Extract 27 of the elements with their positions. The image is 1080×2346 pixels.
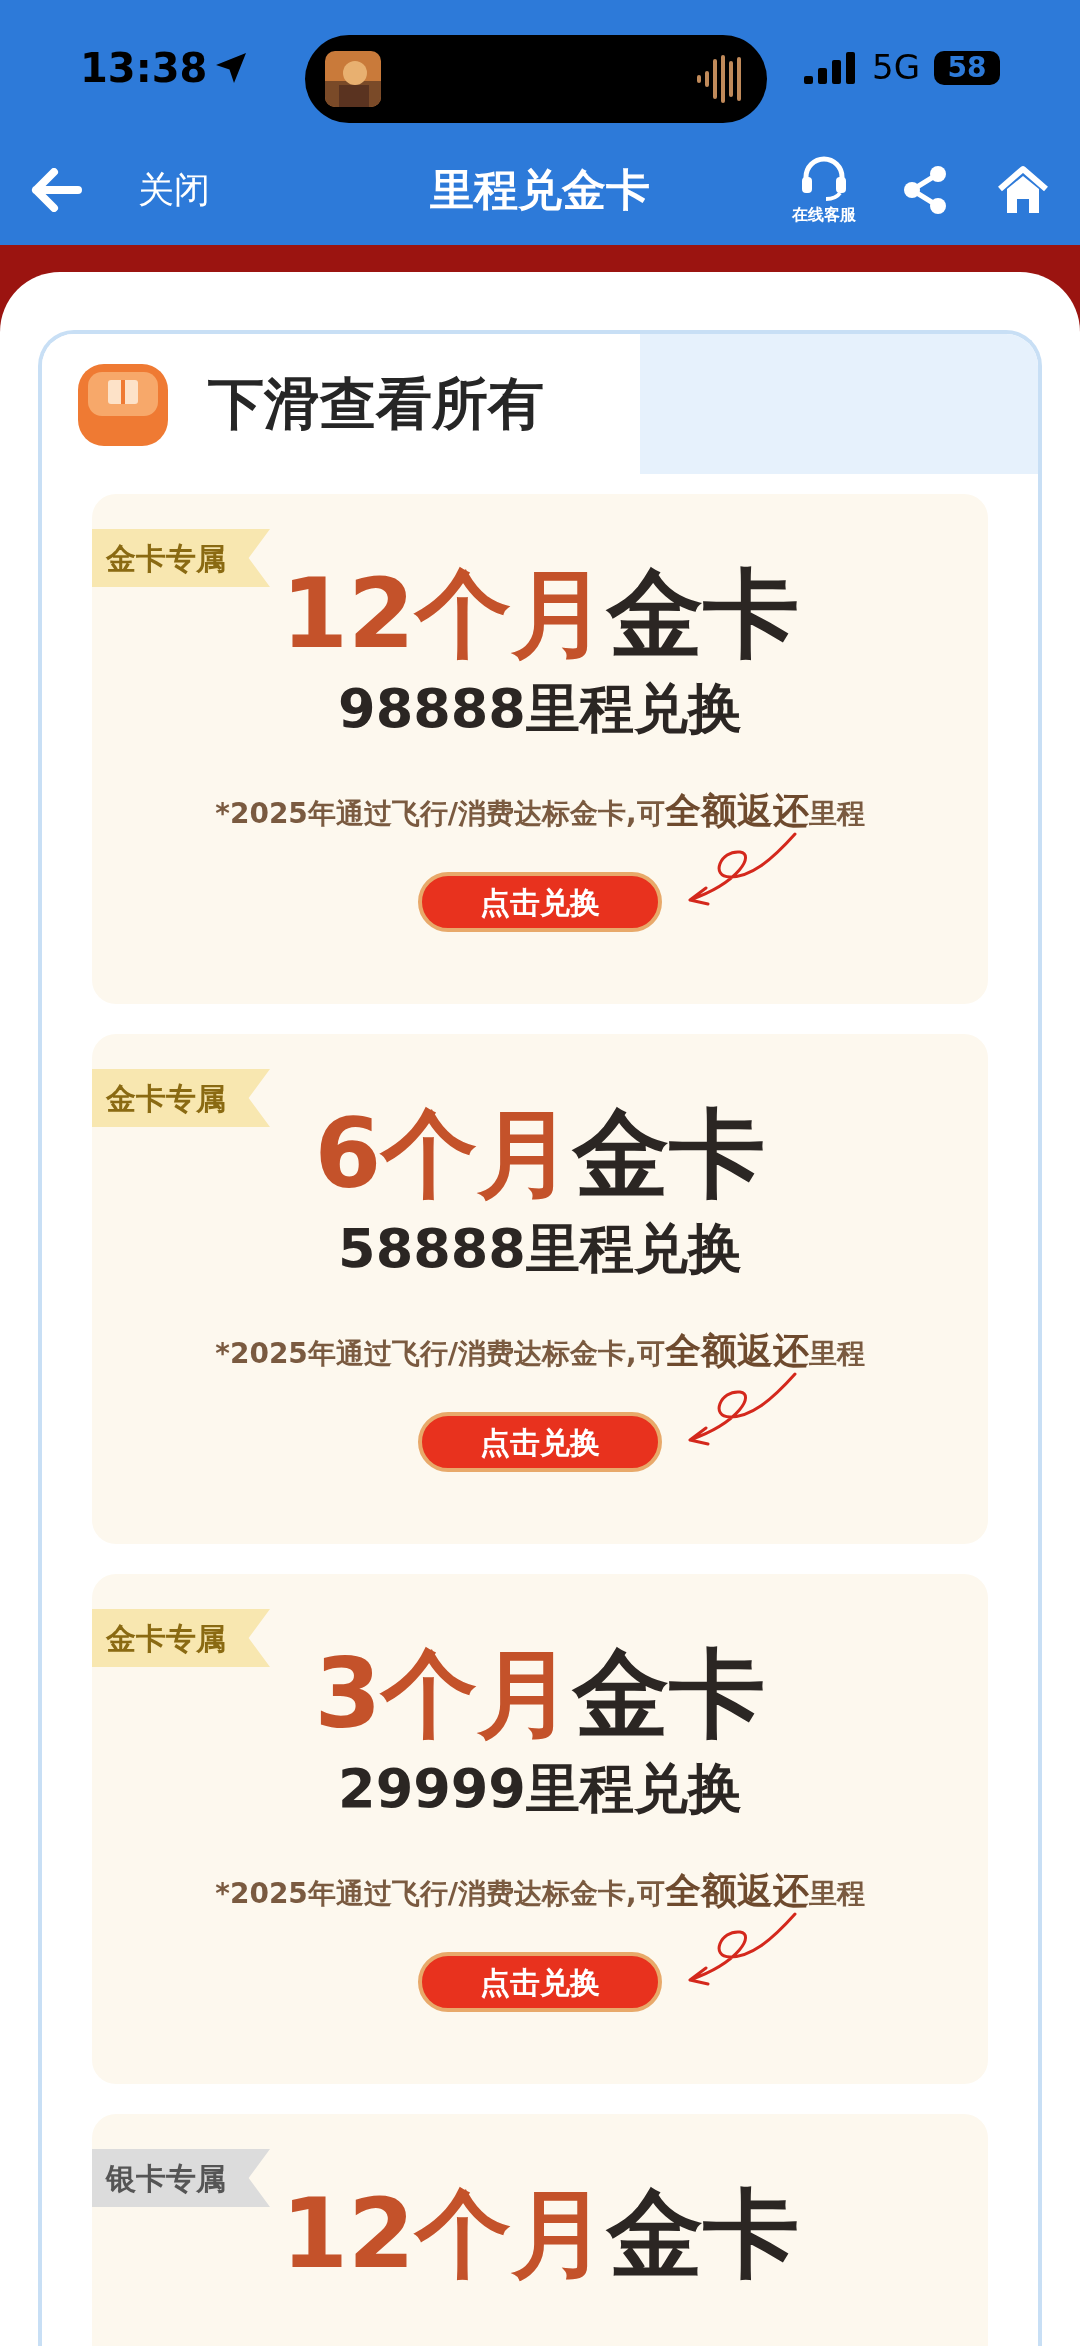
- card-title: 6个月金卡: [314, 1097, 766, 1212]
- refund-note: *2025年通过飞行/消费达标金卡,可全额返还里程: [215, 1329, 865, 1373]
- redeem-button[interactable]: 点击兑换: [418, 1952, 662, 2012]
- card-title: 12个月金卡: [281, 557, 799, 672]
- miles-price: 58888里程兑换: [338, 1216, 742, 1282]
- close-button[interactable]: 关闭: [138, 163, 210, 217]
- battery-indicator: 58: [934, 50, 1000, 85]
- network-label: 5G: [872, 46, 920, 89]
- badge: 金卡专属: [92, 529, 270, 587]
- badge: 金卡专属: [92, 1609, 270, 1667]
- section-title: 下滑查看所有: [208, 370, 544, 438]
- miles-price: 98888里程兑换: [338, 676, 742, 742]
- refund-note: *2025年通过飞行/消费达标金卡,可全额返还里程: [215, 789, 865, 833]
- card-title: 12个月金卡: [281, 2177, 799, 2292]
- badge: 金卡专属: [92, 1069, 270, 1127]
- home-icon[interactable]: [996, 165, 1050, 215]
- back-arrow-icon[interactable]: [30, 168, 82, 212]
- redeem-button[interactable]: 点击兑换: [418, 1412, 662, 1472]
- badge: 银卡专属: [92, 2149, 270, 2207]
- status-time: 13:38: [80, 43, 208, 93]
- miles-price: 29999里程兑换: [338, 1756, 742, 1822]
- redeem-button[interactable]: 点击兑换: [418, 872, 662, 932]
- page-title: 里程兑金卡: [430, 163, 650, 217]
- card-title: 3个月金卡: [314, 1637, 766, 1752]
- signal-icon: [804, 51, 858, 84]
- customer-service-button[interactable]: 在线客服: [792, 153, 856, 227]
- refund-note: *2025年通过飞行/消费达标金卡,可全额返还里程: [215, 1869, 865, 1913]
